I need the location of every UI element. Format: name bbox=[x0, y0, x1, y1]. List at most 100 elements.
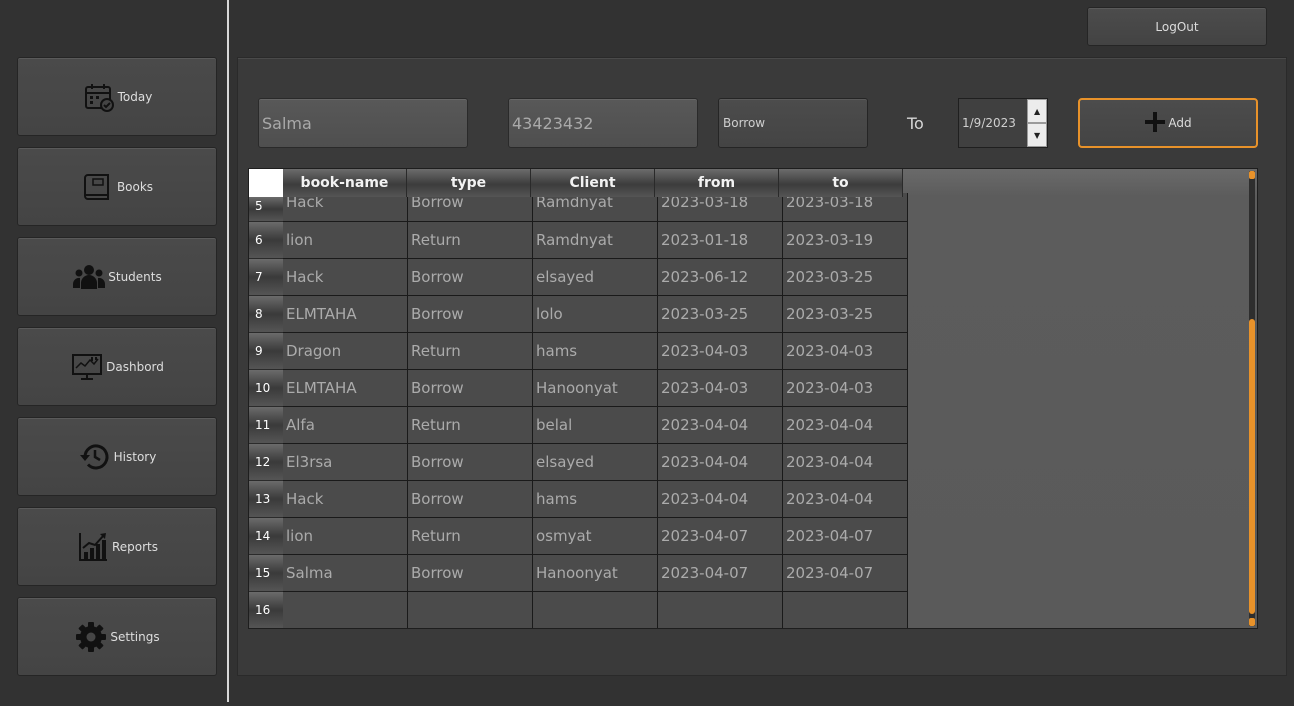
table-cell-book-name[interactable]: Hack bbox=[283, 259, 408, 296]
table-cell-type[interactable]: Return bbox=[408, 333, 533, 370]
table-cell-from[interactable]: 2023-03-18 bbox=[658, 193, 783, 222]
row-number[interactable]: 5 bbox=[249, 197, 283, 222]
table-cell-from[interactable]: 2023-04-03 bbox=[658, 333, 783, 370]
name-field[interactable]: Salma bbox=[258, 98, 468, 148]
table-cell-from[interactable]: 2023-04-03 bbox=[658, 370, 783, 407]
row-number[interactable]: 12 bbox=[249, 444, 283, 481]
table-cell-type[interactable] bbox=[408, 592, 533, 628]
table-cell-book-name[interactable]: Dragon bbox=[283, 333, 408, 370]
row-number[interactable]: 15 bbox=[249, 555, 283, 592]
column-header-type[interactable]: type bbox=[407, 169, 531, 197]
row-number[interactable]: 6 bbox=[249, 222, 283, 259]
table-row[interactable]: 5 Hack Borrow Ramdnyat 2023-03-18 2023-03-18 bbox=[249, 193, 908, 222]
sidebar-item-today[interactable]: Today bbox=[17, 57, 217, 136]
records-table[interactable]: 5 Hack Borrow Ramdnyat 2023-03-18 2023-03-18 6… bbox=[248, 168, 1258, 629]
table-cell-to[interactable]: 2023-03-25 bbox=[783, 259, 908, 296]
table-cell-from[interactable]: 2023-04-04 bbox=[658, 407, 783, 444]
table-cell-type[interactable]: Return bbox=[408, 222, 533, 259]
table-row[interactable]: 7 Hack Borrow elsayed 2023-06-12 2023-03-25 bbox=[249, 259, 908, 296]
table-cell-to[interactable]: 2023-03-19 bbox=[783, 222, 908, 259]
scroll-down-arrow[interactable] bbox=[1249, 618, 1255, 626]
table-cell-client[interactable]: Hanoonyat bbox=[533, 370, 658, 407]
table-cell-client[interactable]: elsayed bbox=[533, 259, 658, 296]
table-cell-type[interactable]: Borrow bbox=[408, 259, 533, 296]
table-row[interactable]: 13 Hack Borrow hams 2023-04-04 2023-04-04 bbox=[249, 481, 908, 518]
vertical-scrollbar[interactable] bbox=[1249, 171, 1255, 626]
table-cell-book-name[interactable]: Alfa bbox=[283, 407, 408, 444]
table-cell-type[interactable]: Return bbox=[408, 407, 533, 444]
table-cell-client[interactable]: Ramdnyat bbox=[533, 193, 658, 222]
table-cell-from[interactable]: 2023-04-04 bbox=[658, 444, 783, 481]
row-number[interactable]: 8 bbox=[249, 296, 283, 333]
row-number[interactable]: 13 bbox=[249, 481, 283, 518]
table-cell-book-name[interactable]: lion bbox=[283, 222, 408, 259]
sidebar-item-history[interactable]: History bbox=[17, 417, 217, 496]
table-cell-to[interactable]: 2023-04-04 bbox=[783, 481, 908, 518]
table-row[interactable]: 9 Dragon Return hams 2023-04-03 2023-04-03 bbox=[249, 333, 908, 370]
table-cell-to[interactable]: 2023-04-03 bbox=[783, 370, 908, 407]
column-header-from[interactable]: from bbox=[655, 169, 779, 197]
scroll-up-arrow[interactable] bbox=[1249, 171, 1255, 179]
table-cell-to[interactable]: 2023-04-03 bbox=[783, 333, 908, 370]
table-cell-to[interactable]: 2023-03-18 bbox=[783, 193, 908, 222]
table-cell-client[interactable] bbox=[533, 592, 658, 628]
table-cell-to[interactable] bbox=[783, 592, 908, 628]
table-row[interactable]: 14 lion Return osmyat 2023-04-07 2023-04-07 bbox=[249, 518, 908, 555]
date-value[interactable]: 1/9/2023 bbox=[959, 116, 1027, 130]
table-cell-book-name[interactable]: lion bbox=[283, 518, 408, 555]
row-number[interactable]: 7 bbox=[249, 259, 283, 296]
table-cell-type[interactable]: Borrow bbox=[408, 296, 533, 333]
table-cell-client[interactable]: hams bbox=[533, 481, 658, 518]
spin-down-icon[interactable]: ▼ bbox=[1027, 123, 1047, 147]
table-cell-book-name[interactable]: Salma bbox=[283, 555, 408, 592]
table-cell-from[interactable]: 2023-04-07 bbox=[658, 518, 783, 555]
table-row[interactable]: 12 El3rsa Borrow elsayed 2023-04-04 2023-04-0… bbox=[249, 444, 908, 481]
row-number[interactable]: 9 bbox=[249, 333, 283, 370]
id-field[interactable]: 43423432 bbox=[508, 98, 698, 148]
sidebar-item-settings[interactable]: Settings bbox=[17, 597, 217, 676]
sidebar-item-students[interactable]: Students bbox=[17, 237, 217, 316]
table-cell-book-name[interactable]: ELMTAHA bbox=[283, 370, 408, 407]
logout-button[interactable]: LogOut bbox=[1087, 7, 1267, 46]
table-cell-from[interactable] bbox=[658, 592, 783, 628]
table-cell-from[interactable]: 2023-04-07 bbox=[658, 555, 783, 592]
table-row[interactable]: 11 Alfa Return belal 2023-04-04 2023-04-04 bbox=[249, 407, 908, 444]
row-number[interactable]: 16 bbox=[249, 592, 283, 628]
table-cell-to[interactable]: 2023-04-04 bbox=[783, 407, 908, 444]
table-cell-to[interactable]: 2023-04-07 bbox=[783, 555, 908, 592]
add-button[interactable]: Add bbox=[1078, 98, 1258, 148]
date-spinbox[interactable]: 1/9/2023 ▲ ▼ bbox=[958, 98, 1048, 148]
table-cell-type[interactable]: Borrow bbox=[408, 193, 533, 222]
table-cell-book-name[interactable]: El3rsa bbox=[283, 444, 408, 481]
table-cell-from[interactable]: 2023-04-04 bbox=[658, 481, 783, 518]
table-row[interactable]: 8 ELMTAHA Borrow lolo 2023-03-25 2023-03-25 bbox=[249, 296, 908, 333]
table-cell-client[interactable]: hams bbox=[533, 333, 658, 370]
table-cell-to[interactable]: 2023-03-25 bbox=[783, 296, 908, 333]
table-cell-book-name[interactable] bbox=[283, 592, 408, 628]
spin-up-icon[interactable]: ▲ bbox=[1027, 99, 1047, 123]
table-cell-book-name[interactable]: Hack bbox=[283, 193, 408, 222]
table-row[interactable]: 16 bbox=[249, 592, 908, 628]
row-number[interactable]: 11 bbox=[249, 407, 283, 444]
table-cell-to[interactable]: 2023-04-07 bbox=[783, 518, 908, 555]
table-cell-type[interactable]: Borrow bbox=[408, 555, 533, 592]
sidebar-item-books[interactable]: Books bbox=[17, 147, 217, 226]
scrollbar-thumb[interactable] bbox=[1249, 319, 1255, 614]
table-row[interactable]: 10 ELMTAHA Borrow Hanoonyat 2023-04-03 2023-0… bbox=[249, 370, 908, 407]
table-cell-client[interactable]: lolo bbox=[533, 296, 658, 333]
table-cell-type[interactable]: Borrow bbox=[408, 481, 533, 518]
table-cell-client[interactable]: belal bbox=[533, 407, 658, 444]
table-cell-book-name[interactable]: ELMTAHA bbox=[283, 296, 408, 333]
sidebar-item-dashboard[interactable]: Dashbord bbox=[17, 327, 217, 406]
column-header-to[interactable]: to bbox=[779, 169, 903, 197]
sidebar-item-reports[interactable]: Reports bbox=[17, 507, 217, 586]
type-button[interactable]: Borrow bbox=[718, 98, 868, 148]
table-cell-client[interactable]: Ramdnyat bbox=[533, 222, 658, 259]
table-cell-type[interactable]: Borrow bbox=[408, 370, 533, 407]
table-cell-book-name[interactable]: Hack bbox=[283, 481, 408, 518]
table-row[interactable]: 15 Salma Borrow Hanoonyat 2023-04-07 2023-04-… bbox=[249, 555, 908, 592]
table-cell-client[interactable]: Hanoonyat bbox=[533, 555, 658, 592]
table-cell-client[interactable]: osmyat bbox=[533, 518, 658, 555]
table-cell-client[interactable]: elsayed bbox=[533, 444, 658, 481]
column-header-book-name[interactable]: book-name bbox=[283, 169, 407, 197]
